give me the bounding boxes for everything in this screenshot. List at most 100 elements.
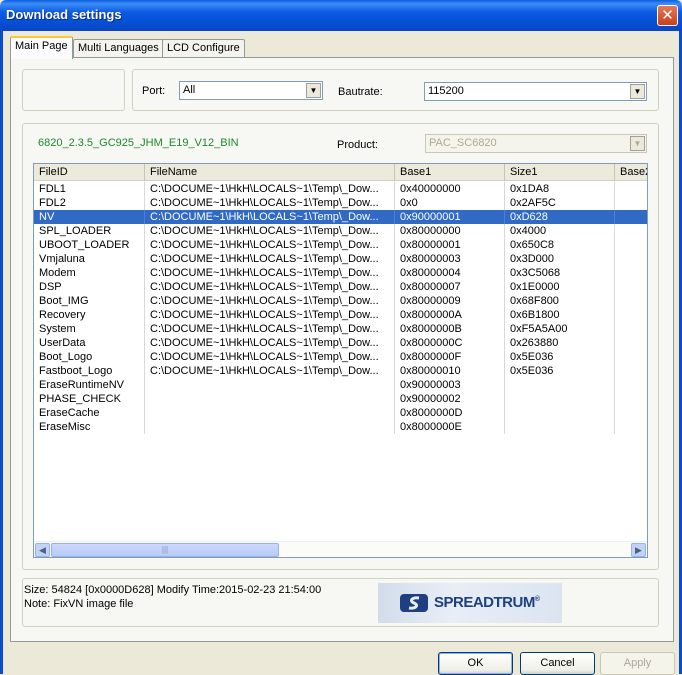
cell-base2 (615, 224, 647, 238)
column-header-base1[interactable]: Base1 (395, 164, 505, 181)
table-row[interactable]: Modem C:\DOCUME~1\HkH\LOCALS~1\Temp\_Dow.… (34, 266, 647, 280)
table-row[interactable]: NV C:\DOCUME~1\HkH\LOCALS~1\Temp\_Dow... 0… (34, 210, 647, 224)
table-row[interactable]: DSP C:\DOCUME~1\HkH\LOCALS~1\Temp\_Dow...… (34, 280, 647, 294)
table-row[interactable]: FDL1 C:\DOCUME~1\HkH\LOCALS~1\Temp\_Dow..… (34, 182, 647, 196)
horizontal-scrollbar[interactable]: ◀ ||| ▶ (34, 541, 647, 557)
chevron-down-icon[interactable]: ▼ (630, 84, 645, 99)
table-body: FDL1 C:\DOCUME~1\HkH\LOCALS~1\Temp\_Dow..… (34, 182, 647, 434)
cell-size1: 0x1E0000 (505, 280, 615, 294)
cell-base2 (615, 196, 647, 210)
column-header-filename[interactable]: FileName (145, 164, 395, 181)
table-row[interactable]: System C:\DOCUME~1\HkH\LOCALS~1\Temp\_Dow… (34, 322, 647, 336)
cell-base1: 0x8000000A (395, 308, 505, 322)
cell-size1 (505, 420, 615, 434)
cell-fileid: EraseRuntimeNV (34, 378, 145, 392)
empty-groupbox (22, 69, 125, 111)
file-list-table[interactable]: FileID FileName Base1 Size1 Base2 FDL1C:… (33, 163, 648, 558)
cell-base2 (615, 406, 647, 420)
cell-base2 (615, 336, 647, 350)
cell-filename: C:\DOCUME~1\HkH\LOCALS~1\Temp\_Dow... (145, 252, 395, 266)
baudrate-select[interactable]: 115200 ▼ (424, 82, 647, 101)
scroll-left-icon[interactable]: ◀ (35, 543, 50, 557)
cell-filename: C:\DOCUME~1\HkH\LOCALS~1\Temp\_Dow... (145, 210, 395, 224)
cell-fileid: EraseMisc (34, 420, 145, 434)
cell-filename: C:\DOCUME~1\HkH\LOCALS~1\Temp\_Dow... (145, 294, 395, 308)
table-row[interactable]: SPL_LOADER C:\DOCUME~1\HkH\LOCALS~1\Temp\… (34, 224, 647, 238)
cell-base2 (615, 182, 647, 196)
cell-base1: 0x80000010 (395, 364, 505, 378)
cell-size1: 0x1DA8 (505, 182, 615, 196)
cell-base1: 0x8000000B (395, 322, 505, 336)
cell-fileid: UserData (34, 336, 145, 350)
cell-fileid: System (34, 322, 145, 336)
cell-filename (145, 420, 395, 434)
chevron-down-icon[interactable]: ▼ (306, 83, 321, 98)
cell-base2 (615, 322, 647, 336)
cell-base2 (615, 238, 647, 252)
cell-filename: C:\DOCUME~1\HkH\LOCALS~1\Temp\_Dow... (145, 266, 395, 280)
cell-size1: 0xF5A5A00 (505, 322, 615, 336)
cell-base2 (615, 210, 647, 224)
window-frame-left (0, 31, 3, 674)
close-icon[interactable]: ✕ (657, 5, 678, 26)
tab-lcd-configure[interactable]: LCD Configure (162, 39, 245, 58)
port-select[interactable]: All ▼ (179, 81, 323, 100)
cell-filename: C:\DOCUME~1\HkH\LOCALS~1\Temp\_Dow... (145, 196, 395, 210)
cell-filename: C:\DOCUME~1\HkH\LOCALS~1\Temp\_Dow... (145, 308, 395, 322)
column-header-fileid[interactable]: FileID (34, 164, 145, 181)
cell-size1: 0x6B1800 (505, 308, 615, 322)
table-row[interactable]: Fastboot_Logo C:\DOCUME~1\HkH\LOCALS~1\Te… (34, 364, 647, 378)
ok-button[interactable]: OK (438, 652, 513, 675)
table-row[interactable]: Vmjaluna C:\DOCUME~1\HkH\LOCALS~1\Temp\_D… (34, 252, 647, 266)
table-row[interactable]: PHASE_CHECK 0x90000002 (34, 392, 647, 406)
spreadtrum-logo: SPREADTRUM® (378, 583, 562, 623)
cell-filename: C:\DOCUME~1\HkH\LOCALS~1\Temp\_Dow... (145, 280, 395, 294)
cell-base1: 0x8000000D (395, 406, 505, 420)
cell-size1: 0x4000 (505, 224, 615, 238)
cell-size1: 0x3D000 (505, 252, 615, 266)
table-header: FileID FileName Base1 Size1 Base2 (34, 164, 647, 181)
table-row[interactable]: FDL2 C:\DOCUME~1\HkH\LOCALS~1\Temp\_Dow..… (34, 196, 647, 210)
baudrate-label: Bautrate: (338, 86, 383, 98)
tab-multi-languages[interactable]: Multi Languages (73, 39, 164, 58)
cell-size1 (505, 392, 615, 406)
product-select[interactable]: PAC_SC6820 ▼ (425, 134, 647, 153)
product-label: Product: (337, 139, 378, 151)
port-select-value: All (183, 84, 196, 96)
cell-fileid: PHASE_CHECK (34, 392, 145, 406)
cell-base1: 0x90000001 (395, 210, 505, 224)
cell-base1: 0x0 (395, 196, 505, 210)
grip-icon: ||| (161, 545, 169, 554)
cell-fileid: FDL2 (34, 196, 145, 210)
table-row[interactable]: EraseRuntimeNV 0x90000003 (34, 378, 647, 392)
download-settings-window: Download settings ✕ Main Page Multi Lang… (0, 0, 682, 675)
table-row[interactable]: Boot_IMG C:\DOCUME~1\HkH\LOCALS~1\Temp\_D… (34, 294, 647, 308)
cell-size1: 0x68F800 (505, 294, 615, 308)
table-row[interactable]: EraseMisc 0x8000000E (34, 420, 647, 434)
tab-main-page[interactable]: Main Page (10, 36, 73, 59)
cell-filename: C:\DOCUME~1\HkH\LOCALS~1\Temp\_Dow... (145, 336, 395, 350)
cell-size1: 0x2AF5C (505, 196, 615, 210)
table-row[interactable]: UBOOT_LOADER C:\DOCUME~1\HkH\LOCALS~1\Tem… (34, 238, 647, 252)
title-bar[interactable]: Download settings ✕ (0, 0, 682, 31)
scrollbar-thumb[interactable]: ||| (51, 543, 279, 557)
cell-size1 (505, 378, 615, 392)
column-header-size1[interactable]: Size1 (505, 164, 615, 181)
cell-size1: 0x650C8 (505, 238, 615, 252)
apply-button[interactable]: Apply (600, 652, 675, 675)
logo-wordmark: SPREADTRUM® (434, 594, 540, 611)
scroll-right-icon[interactable]: ▶ (631, 543, 646, 557)
cell-fileid: FDL1 (34, 182, 145, 196)
cell-fileid: UBOOT_LOADER (34, 238, 145, 252)
table-row[interactable]: EraseCache 0x8000000D (34, 406, 647, 420)
cancel-button[interactable]: Cancel (520, 652, 595, 675)
cell-size1: 0x5E036 (505, 350, 615, 364)
registered-mark: ® (534, 596, 540, 603)
chevron-down-icon[interactable]: ▼ (630, 136, 645, 151)
cell-size1 (505, 406, 615, 420)
table-row[interactable]: Boot_Logo C:\DOCUME~1\HkH\LOCALS~1\Temp\_… (34, 350, 647, 364)
cell-base2 (615, 294, 647, 308)
column-header-base2[interactable]: Base2 (615, 164, 647, 181)
table-row[interactable]: UserData C:\DOCUME~1\HkH\LOCALS~1\Temp\_D… (34, 336, 647, 350)
table-row[interactable]: Recovery C:\DOCUME~1\HkH\LOCALS~1\Temp\_D… (34, 308, 647, 322)
